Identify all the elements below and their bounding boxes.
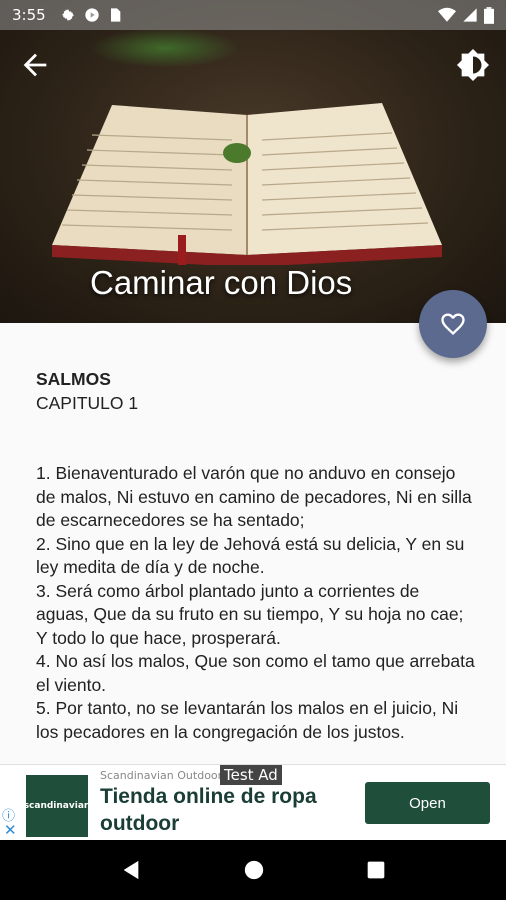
settings-icon [61,9,74,21]
back-button[interactable] [18,48,52,82]
play-protect-icon [85,8,99,22]
nav-back-icon[interactable] [120,859,142,881]
arrow-left-icon [23,53,47,77]
ad-test-label: Test Ad [220,765,282,785]
book-name: SALMOS [36,369,111,389]
verse-item: 1. Bienaventurado el varón que no anduvo… [36,463,472,530]
cellular-signal-icon [463,8,477,22]
ad-open-button[interactable]: Open [365,782,490,824]
sd-card-icon [110,8,121,22]
verse-item: 3. Será como árbol plantado junto a corr… [36,580,464,648]
navigation-bar [0,840,506,900]
battery-icon [484,6,494,24]
open-bible-image [52,103,442,265]
status-bar: 3:55 [0,0,506,30]
verse-item: 5. Por tanto, no se levantarán los malos… [36,698,459,742]
plant-decoration [90,28,240,68]
ad-advertiser: Scandinavian Outdoor [100,769,223,782]
ad-banner[interactable]: scandinavian Scandinavian Outdoor Test A… [0,764,506,840]
favorite-button[interactable] [419,290,487,358]
theme-toggle-button[interactable] [456,48,490,82]
verse-list: 1. Bienaventurado el varón que no anduvo… [36,462,476,744]
ad-close-icon[interactable]: ✕ [4,821,17,839]
chapter-label: CAPITULO 1 [36,392,139,413]
header-image: Caminar con Dios [0,0,506,323]
screen: Caminar con Dios 3:55 SALMOS CAPITULO 1 … [0,0,506,900]
nav-recents-icon[interactable] [366,860,386,880]
heart-outline-icon [441,313,465,335]
ad-title[interactable]: Tienda online de ropa outdoor [100,783,350,837]
verse-item: 2. Sino que en la ley de Jehová está su … [36,533,465,578]
chapter-content: SALMOS CAPITULO 1 1. Bienaventurado el v… [36,368,476,764]
ad-logo: scandinavian [24,775,90,837]
verse-item: 4. No así los malos, Que son como el tam… [36,651,475,695]
nav-home-icon[interactable] [243,859,265,881]
wifi-icon [438,7,456,22]
status-time: 3:55 [12,6,46,24]
page-title: Caminar con Dios [90,264,353,301]
brightness-icon [456,48,490,82]
